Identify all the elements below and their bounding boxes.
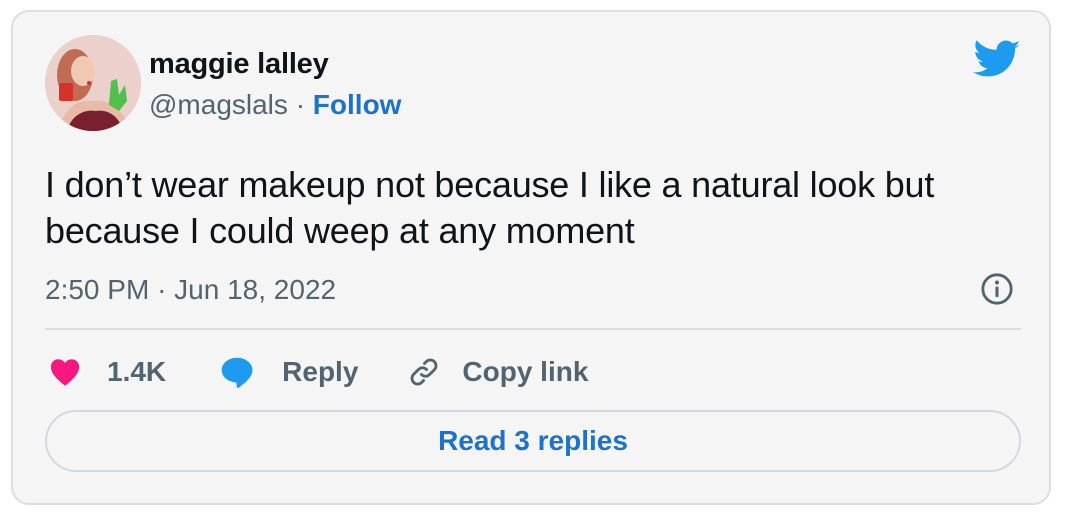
tweet-text-line-1: I don’t wear makeup not because I like a… bbox=[45, 164, 935, 205]
read-replies-button[interactable]: Read 3 replies bbox=[45, 410, 1021, 472]
author-handle[interactable]: @magslals bbox=[149, 89, 288, 120]
handle-separator: · bbox=[295, 89, 306, 120]
tweet-text-line-2: because I could weep at any moment bbox=[45, 210, 635, 251]
tweet-date: Jun 18, 2022 bbox=[174, 274, 337, 305]
reply-button[interactable]: Reply bbox=[216, 352, 358, 392]
tweet-card: maggie lalley @magslals · Follow I don’t… bbox=[11, 10, 1051, 505]
copy-link-label: Copy link bbox=[462, 356, 589, 387]
like-button[interactable]: 1.4K bbox=[45, 352, 166, 392]
tweet-time: 2:50 PM bbox=[45, 274, 150, 305]
speech-bubble-icon bbox=[216, 352, 258, 392]
timestamp-separator: · bbox=[157, 274, 167, 305]
divider bbox=[45, 328, 1021, 330]
tweet-text: I don’t wear makeup not because I like a… bbox=[45, 162, 1035, 254]
author-name[interactable]: maggie lalley bbox=[149, 48, 329, 81]
reply-label: Reply bbox=[282, 356, 359, 387]
action-bar: 1.4K Reply Copy link bbox=[45, 350, 588, 394]
heart-icon bbox=[45, 352, 85, 392]
copy-link-button[interactable]: Copy link bbox=[404, 352, 588, 392]
link-icon bbox=[404, 352, 444, 392]
tweet-timestamp[interactable]: 2:50 PM · Jun 18, 2022 bbox=[45, 274, 336, 306]
follow-button[interactable]: Follow bbox=[313, 89, 402, 120]
avatar[interactable] bbox=[45, 35, 141, 131]
like-count: 1.4K bbox=[107, 356, 167, 387]
info-circle-icon[interactable] bbox=[980, 272, 1014, 306]
read-replies-label: Read 3 replies bbox=[438, 425, 628, 456]
author-handle-row: @magslals · Follow bbox=[149, 89, 401, 121]
avatar-image bbox=[45, 35, 141, 131]
twitter-bird-icon[interactable] bbox=[973, 40, 1021, 80]
